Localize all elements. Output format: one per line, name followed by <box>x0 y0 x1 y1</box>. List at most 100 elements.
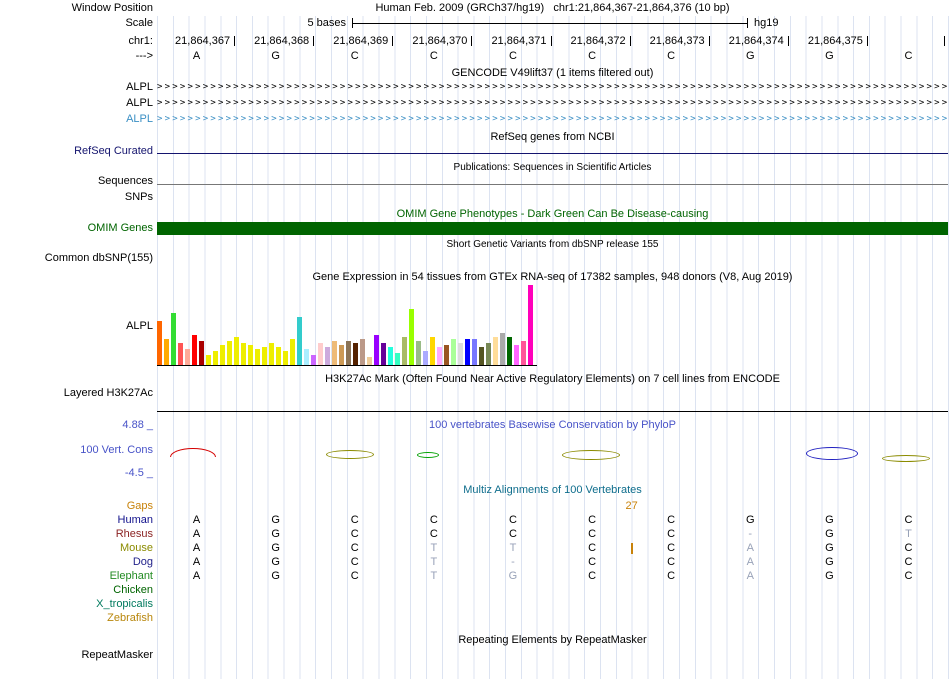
alignment-base[interactable]: C <box>888 542 928 555</box>
gtex-bar[interactable] <box>325 347 330 365</box>
alignment-base[interactable]: G <box>256 542 296 555</box>
publications-item-line[interactable] <box>157 184 948 185</box>
gtex-bar[interactable] <box>290 339 295 365</box>
alignment-base[interactable]: T <box>414 556 454 569</box>
gtex-bar[interactable] <box>171 313 176 365</box>
alignment-base[interactable]: T <box>414 542 454 555</box>
alignment-base[interactable]: G <box>256 570 296 583</box>
gtex-bar[interactable] <box>437 347 442 365</box>
alignment-base[interactable]: G <box>493 570 533 583</box>
alignment-base[interactable]: C <box>335 556 375 569</box>
gtex-bar[interactable] <box>318 343 323 365</box>
alignment-base[interactable]: - <box>493 556 533 569</box>
species-label[interactable]: Rhesus <box>0 528 153 541</box>
alignment-base[interactable]: C <box>651 514 691 527</box>
alignment-base[interactable]: C <box>888 556 928 569</box>
gtex-bar[interactable] <box>241 343 246 365</box>
gtex-bar[interactable] <box>255 349 260 365</box>
gtex-bar[interactable] <box>430 337 435 365</box>
sequences-label[interactable]: Sequences <box>0 175 153 188</box>
alignment-base[interactable]: G <box>809 514 849 527</box>
gtex-bar[interactable] <box>374 335 379 365</box>
gtex-bar[interactable] <box>423 351 428 365</box>
gene-model[interactable]: >>>>>>>>>>>>>>>>>>>>>>>>>>>>>>>>>>>>>>>>… <box>157 97 948 110</box>
conservation-label[interactable]: 100 Vert. Cons <box>0 444 153 457</box>
alignment-base[interactable]: C <box>888 514 928 527</box>
alignment-base[interactable]: T <box>493 542 533 555</box>
alignment-base[interactable]: T <box>414 570 454 583</box>
alignment-base[interactable]: - <box>730 528 770 541</box>
alignment-base[interactable]: C <box>414 514 454 527</box>
gtex-bar[interactable] <box>444 345 449 365</box>
gtex-bar[interactable] <box>451 339 456 365</box>
snps-label[interactable]: SNPs <box>0 191 153 204</box>
gtex-bar[interactable] <box>346 341 351 365</box>
alignment-base[interactable]: A <box>730 542 770 555</box>
alignment-base[interactable]: C <box>651 542 691 555</box>
gene-label[interactable]: ALPL <box>0 113 153 126</box>
gtex-bar[interactable] <box>164 339 169 365</box>
gtex-bar[interactable] <box>514 345 519 365</box>
alignment-base[interactable]: G <box>809 556 849 569</box>
gtex-bar[interactable] <box>192 335 197 365</box>
alignment-base[interactable]: A <box>177 528 217 541</box>
alignment-base[interactable]: C <box>651 570 691 583</box>
alignment-base[interactable]: C <box>335 570 375 583</box>
gtex-bar[interactable] <box>276 347 281 365</box>
h3k27ac-label[interactable]: Layered H3K27Ac <box>0 387 153 400</box>
gtex-bar[interactable] <box>311 355 316 365</box>
alignment-base[interactable]: C <box>572 542 612 555</box>
gtex-bar[interactable] <box>206 355 211 365</box>
repeatmasker-label[interactable]: RepeatMasker <box>0 649 153 662</box>
conservation-glyph[interactable] <box>326 450 374 459</box>
alignment-base[interactable]: C <box>651 528 691 541</box>
alignment-base[interactable]: C <box>888 570 928 583</box>
conservation-glyph[interactable] <box>806 447 858 460</box>
gtex-bar[interactable] <box>185 349 190 365</box>
gtex-gene-label[interactable]: ALPL <box>0 320 153 333</box>
species-label[interactable]: Mouse <box>0 542 153 555</box>
gtex-bar[interactable] <box>528 285 533 365</box>
dbsnp-label[interactable]: Common dbSNP(155) <box>0 252 153 265</box>
refseq-gene-line[interactable] <box>157 153 948 154</box>
gtex-bar[interactable] <box>500 333 505 365</box>
gtex-bar[interactable] <box>178 343 183 365</box>
omim-gene-bar[interactable] <box>157 222 948 235</box>
gtex-bar[interactable] <box>353 343 358 365</box>
alignment-base[interactable]: C <box>414 528 454 541</box>
gene-label[interactable]: ALPL <box>0 81 153 94</box>
gtex-bar[interactable] <box>493 337 498 365</box>
alignment-base[interactable]: G <box>809 542 849 555</box>
alignment-base[interactable]: T <box>888 528 928 541</box>
gtex-bar[interactable] <box>465 339 470 365</box>
alignment-base[interactable]: A <box>730 570 770 583</box>
gtex-bar[interactable] <box>409 309 414 365</box>
species-label[interactable]: Chicken <box>0 584 153 597</box>
gaps-label[interactable]: Gaps <box>0 500 153 513</box>
gtex-bar[interactable] <box>339 345 344 365</box>
conservation-glyph[interactable] <box>562 450 620 460</box>
gtex-bar[interactable] <box>220 345 225 365</box>
gtex-bar[interactable] <box>199 341 204 365</box>
gtex-bar[interactable] <box>234 337 239 365</box>
alignment-base[interactable]: C <box>572 528 612 541</box>
alignment-base[interactable]: G <box>730 514 770 527</box>
alignment-base[interactable]: G <box>809 570 849 583</box>
gtex-bar[interactable] <box>472 339 477 365</box>
gtex-bar[interactable] <box>332 341 337 365</box>
gtex-bar[interactable] <box>213 351 218 365</box>
gtex-bar[interactable] <box>360 339 365 365</box>
alignment-base[interactable]: G <box>809 528 849 541</box>
alignment-base[interactable]: C <box>572 570 612 583</box>
gtex-bar[interactable] <box>479 347 484 365</box>
alignment-base[interactable]: C <box>572 556 612 569</box>
refseq-curated-label[interactable]: RefSeq Curated <box>0 145 153 158</box>
gtex-bar[interactable] <box>521 341 526 365</box>
alignment-base[interactable]: A <box>177 570 217 583</box>
alignment-base[interactable]: G <box>256 514 296 527</box>
gtex-bar[interactable] <box>283 351 288 365</box>
species-label[interactable]: Zebrafish <box>0 612 153 625</box>
species-label[interactable]: X_tropicalis <box>0 598 153 611</box>
gtex-bar[interactable] <box>227 341 232 365</box>
alignment-base[interactable]: A <box>177 514 217 527</box>
